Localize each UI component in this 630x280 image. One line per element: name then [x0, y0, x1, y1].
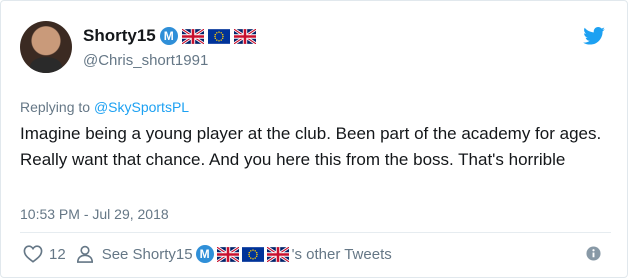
eu-flag-icon: [241, 246, 264, 262]
replying-to: Replying to @SkySportsPL: [20, 99, 189, 115]
uk-flag-icon: [216, 246, 239, 262]
see-prefix: See Shorty15: [101, 245, 193, 263]
replying-prefix: Replying to: [20, 99, 94, 115]
person-icon: [76, 245, 93, 263]
uk-flag-icon: [181, 28, 204, 44]
tweet-text: Imagine being a young player at the club…: [20, 124, 602, 169]
see-other-tweets-link[interactable]: See Shorty15 M 's other Tweets: [102, 245, 392, 263]
uk-flag-icon: [266, 246, 289, 262]
avatar[interactable]: [20, 21, 72, 73]
divider: [20, 232, 611, 233]
user-handle[interactable]: @Chris_short1991: [83, 52, 208, 69]
tweet-footer: 12 See Shorty15 M 's other Tweets: [23, 245, 392, 263]
m-badge-icon: M: [195, 245, 214, 263]
eu-flag-icon: [207, 28, 230, 44]
reply-target-link[interactable]: @SkySportsPL: [94, 99, 189, 115]
m-badge-icon: M: [159, 27, 178, 45]
display-name[interactable]: Shorty15: [83, 26, 156, 46]
like-count: 12: [49, 245, 66, 263]
see-suffix: 's other Tweets: [291, 245, 392, 263]
twitter-bird-icon[interactable]: [583, 27, 605, 45]
author-name-row[interactable]: Shorty15 M: [83, 26, 256, 46]
uk-flag-icon: [233, 28, 256, 44]
info-icon[interactable]: [586, 246, 601, 261]
timestamp[interactable]: 10:53 PM - Jul 29, 2018: [20, 206, 169, 222]
tweet-card: Shorty15 M @Chris_short1991 Replying to …: [0, 0, 628, 278]
heart-icon[interactable]: [23, 245, 43, 263]
